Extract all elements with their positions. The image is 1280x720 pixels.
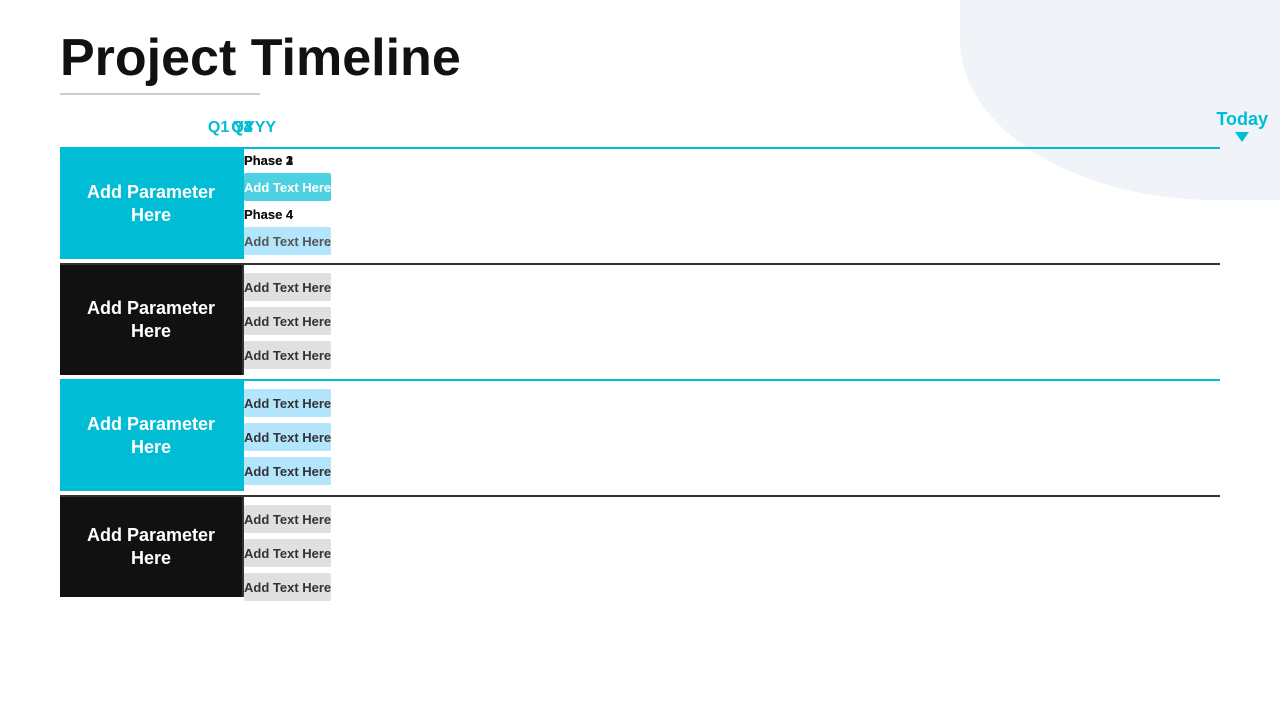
timeline-area: Add Parameter Here Phase 1 Phase 2 Phase… [60, 147, 1220, 597]
section-label-3: Add Parameter Here [60, 381, 242, 491]
section4-bar1: Add Text Here [244, 505, 331, 533]
phase-label-1-5: Phase 4 [244, 207, 293, 222]
section-label-2: Add Parameter Here [60, 265, 242, 375]
section-row-1: Add Parameter Here Phase 1 Phase 2 Phase… [60, 147, 1220, 259]
section-row-3: Add Parameter Here Add Text Here Add Tex… [60, 379, 1220, 491]
section2-bar4: Add Text Here [244, 307, 331, 335]
section1-bar4: Add Text Here [244, 227, 331, 255]
section-row-4: Add Parameter Here Add Text Here Add Tex… [60, 495, 1220, 597]
section3-bar4: Add Text Here [244, 423, 331, 451]
section3-bar6: Add Text Here [244, 457, 331, 485]
title-underline [60, 93, 260, 95]
page-content: Project Timeline Q3 Q4 Q1 YYYY Q2 Q3 Tod… [0, 0, 1280, 617]
quarter-q3-2: Q3 [231, 119, 252, 137]
page-title: Project Timeline [60, 30, 1220, 87]
today-label: Today [1216, 109, 1268, 142]
section2-bar2: Add Text Here [244, 273, 331, 301]
today-arrow-icon [1235, 132, 1249, 142]
quarter-header-row: Q3 Q4 Q1 YYYY Q2 Q3 Today [60, 113, 1220, 143]
phase-label-1-3: Phase 3 [244, 153, 293, 168]
section3-bar2: Add Text Here [244, 389, 331, 417]
section-row-2: Add Parameter Here Add Text Here Add Tex… [60, 263, 1220, 375]
section1-bar2: Add Text Here [244, 173, 331, 201]
section4-bar3: Add Text Here [244, 539, 331, 567]
section-label-4: Add Parameter Here [60, 497, 242, 597]
section4-bar4: Add Text Here [244, 573, 331, 601]
section-label-1: Add Parameter Here [60, 149, 242, 259]
section2-bar6: Add Text Here [244, 341, 331, 369]
